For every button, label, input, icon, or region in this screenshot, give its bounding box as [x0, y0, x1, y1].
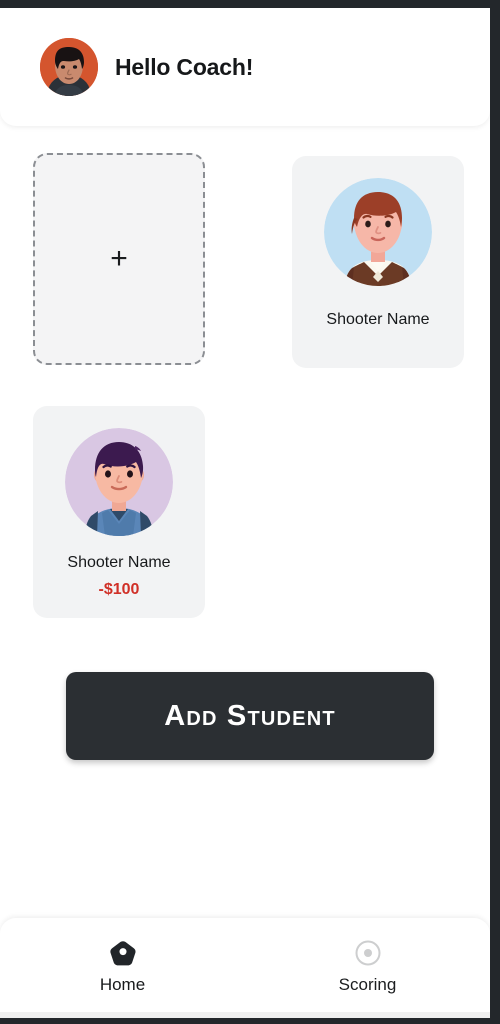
student-name: Shooter Name: [67, 554, 171, 571]
plus-icon: +: [110, 242, 128, 275]
student-name: Shooter Name: [326, 311, 430, 328]
student-balance: -$100: [98, 581, 140, 599]
student-card[interactable]: Shooter Name: [292, 156, 464, 368]
window-right-edge: [490, 0, 500, 1024]
student-avatar-boy-purple-hair: [65, 428, 173, 536]
bottom-safe-area: [0, 1012, 490, 1018]
bottom-navigation-bar: Home Scoring: [0, 918, 490, 1012]
target-icon: [353, 938, 383, 968]
student-card[interactable]: Shooter Name -$100: [33, 406, 205, 618]
nav-item-home[interactable]: Home: [0, 918, 245, 1012]
nav-label-home: Home: [99, 974, 146, 994]
page-title: Hello Coach!: [115, 53, 254, 80]
app-screen: Hello Coach! + Shooter Name Shooter Name…: [0, 8, 490, 1018]
header-bar: Hello Coach!: [0, 8, 490, 126]
coach-photo-avatar[interactable]: [40, 38, 98, 96]
home-icon: [108, 938, 138, 968]
nav-item-scoring[interactable]: Scoring: [245, 918, 490, 1012]
student-avatar-boy-brown-hair: [324, 178, 432, 286]
add-student-card[interactable]: +: [33, 153, 205, 365]
window-top-edge: [0, 0, 500, 8]
add-student-button[interactable]: Add Student: [66, 672, 434, 760]
nav-label-scoring: Scoring: [338, 974, 397, 994]
